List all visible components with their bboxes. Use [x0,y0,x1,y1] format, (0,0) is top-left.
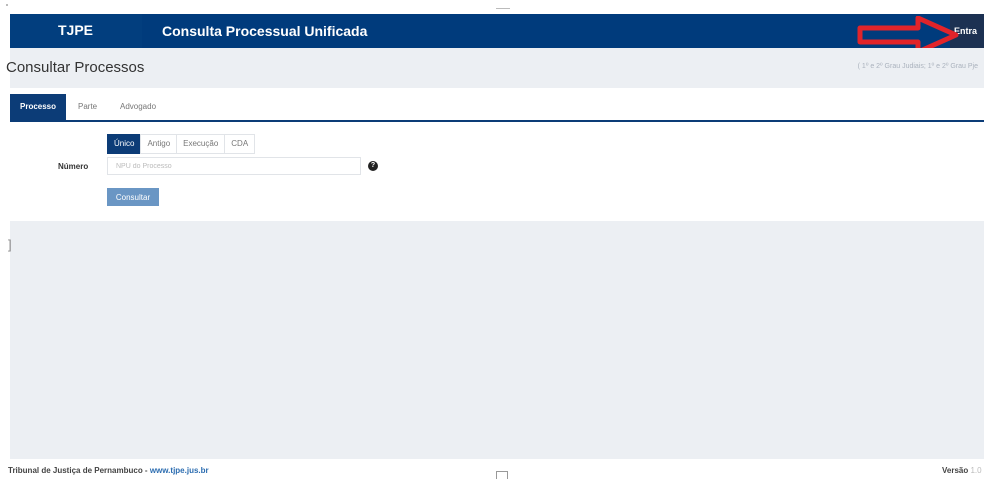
page-title: Consultar Processos [6,59,145,76]
footer-site-link[interactable]: www.tjpe.jus.br [150,466,209,475]
brand-name: TJPE [58,22,94,38]
footer-version: Versão 1.0 [942,466,982,475]
footer-org: Tribunal de Justiça de Pernambuco - www.… [8,466,209,475]
footer-org-name: Tribunal de Justiça de Pernambuco - [8,466,150,475]
app-title: Consulta Processual Unificada [162,23,368,39]
number-label: Número [58,162,89,171]
tab-parte[interactable]: Parte [78,94,97,120]
search-tabs: Processo Parte Advogado [10,94,984,122]
process-type-selector: Único Antigo Execução CDA [107,134,256,154]
divider [6,4,8,6]
type-option-execucao[interactable]: Execução [176,134,225,154]
tab-advogado[interactable]: Advogado [120,94,156,120]
type-option-unico[interactable]: Único [107,134,141,154]
version-label: Versão [942,466,969,475]
consultar-button[interactable]: Consultar [107,188,159,206]
help-icon[interactable]: ? [368,161,378,171]
footer-handle [496,471,508,479]
instances-note: ( 1º e 2º Grau Judiais; 1º e 2º Grau Pje [857,63,978,70]
top-strip [0,0,984,14]
version-number: 1.0 [970,466,982,475]
page-header: Consultar Processos ( 1º e 2º Grau Judia… [6,48,984,88]
npu-input[interactable] [107,157,361,175]
window-handle [496,2,510,9]
app-header: TJPE Consulta Processual Unificada Entra [10,14,984,48]
brand-logo[interactable]: TJPE [10,14,142,48]
tab-processo[interactable]: Processo [10,94,67,120]
results-area [10,221,984,459]
type-option-antigo[interactable]: Antigo [140,134,177,154]
type-option-cda[interactable]: CDA [224,134,256,154]
results-marker: ] [8,237,12,252]
